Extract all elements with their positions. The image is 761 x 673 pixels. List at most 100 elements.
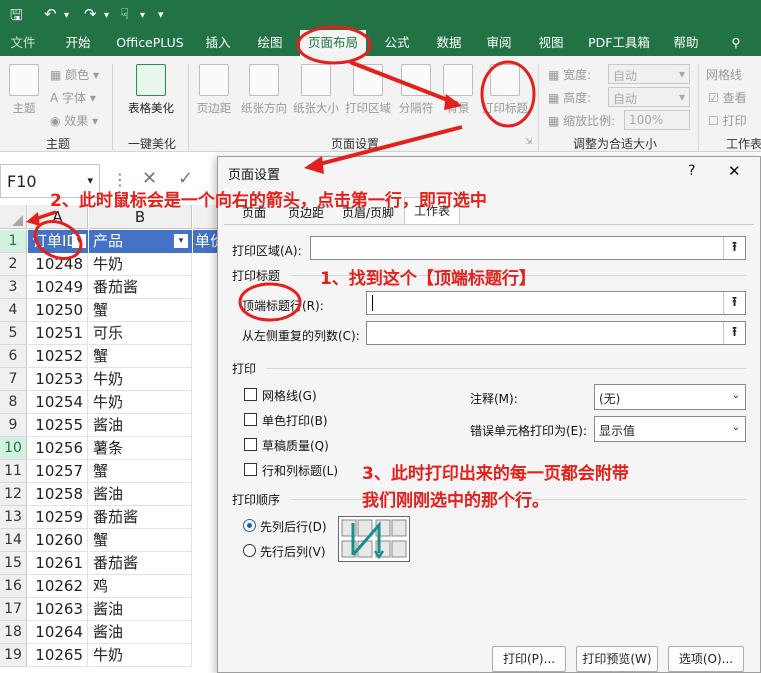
gridlines-print-checkbox[interactable]: ☐ 打印	[708, 112, 747, 129]
options-button[interactable]: 选项(O)...	[668, 646, 744, 672]
undo-icon[interactable]: ↶	[44, 5, 57, 23]
errors-select[interactable]: 显示值 ⌄	[594, 416, 746, 442]
cell-order-id[interactable]: 10261	[28, 552, 88, 575]
cell-order-id[interactable]: 10257	[28, 460, 88, 483]
touch-mode-icon[interactable]: ☟	[120, 5, 129, 23]
print-area-input[interactable]: ⭱	[310, 236, 746, 260]
cell-product[interactable]: 番茄酱	[89, 506, 192, 529]
height-combo[interactable]: 自动 ▾	[608, 87, 690, 107]
themes-button[interactable]: 主题	[6, 64, 42, 116]
save-icon[interactable]: 🖫	[10, 5, 23, 30]
tab-review[interactable]: 审阅	[478, 30, 520, 56]
print-area-button[interactable]: 打印区域	[342, 64, 394, 116]
row-header[interactable]: 4	[0, 299, 27, 322]
scale-spinner[interactable]: 100%	[624, 110, 690, 130]
cell-order-id[interactable]: 10260	[28, 529, 88, 552]
redo-dropdown-icon[interactable]: ▾	[104, 10, 109, 21]
tab-insert[interactable]: 插入	[198, 30, 238, 56]
row-header[interactable]: 14	[0, 529, 27, 552]
cell-order-id[interactable]: 10256	[28, 437, 88, 460]
cell-product[interactable]: 蟹	[89, 460, 192, 483]
bw-checkbox[interactable]	[244, 413, 257, 426]
cell-order-id[interactable]: 10265	[28, 644, 88, 667]
print-button[interactable]: 打印(P)...	[492, 646, 566, 672]
colors-button[interactable]: ▦ 颜色 ▾	[50, 66, 99, 83]
tab-page-layout[interactable]: 页面布局	[300, 30, 366, 56]
cell-order-id[interactable]: 10262	[28, 575, 88, 598]
cell-product[interactable]: 可乐	[89, 322, 192, 345]
row-header[interactable]: 15	[0, 552, 27, 575]
tab-file[interactable]: 文件	[4, 30, 42, 56]
close-button[interactable]: ✕	[728, 162, 741, 180]
row-header[interactable]: 8	[0, 391, 27, 414]
row-header[interactable]: 2	[0, 253, 27, 276]
cell-product[interactable]: 蟹	[89, 345, 192, 368]
tab-view[interactable]: 视图	[530, 30, 572, 56]
row-header[interactable]: 6	[0, 345, 27, 368]
cell-order-id[interactable]: 10249	[28, 276, 88, 299]
header-cell-price[interactable]: 单价	[193, 230, 220, 253]
row-header[interactable]: 12	[0, 483, 27, 506]
effects-button[interactable]: ◉ 效果 ▾	[50, 112, 98, 129]
tab-help[interactable]: 帮助	[664, 30, 708, 56]
beautify-button[interactable]: 表格美化	[122, 64, 180, 116]
row-header[interactable]: 19	[0, 644, 27, 667]
cell-product[interactable]: 蟹	[89, 299, 192, 322]
redo-icon[interactable]: ↷	[84, 5, 97, 23]
row-header[interactable]: 13	[0, 506, 27, 529]
cell-product[interactable]: 酱油	[89, 483, 192, 506]
help-button[interactable]: ?	[688, 163, 695, 179]
cell-product[interactable]: 酱油	[89, 598, 192, 621]
row-header-1[interactable]: 1	[0, 230, 27, 253]
margins-button[interactable]: 页边距	[194, 64, 234, 116]
cell-order-id[interactable]: 10254	[28, 391, 88, 414]
print-titles-button[interactable]: 打印标题	[478, 64, 532, 116]
fonts-button[interactable]: A 字体 ▾	[50, 89, 96, 106]
row-header[interactable]: 17	[0, 598, 27, 621]
filter-dropdown-icon[interactable]: ▾	[174, 234, 188, 248]
cell-product[interactable]: 番茄酱	[89, 276, 192, 299]
cell-order-id[interactable]: 10258	[28, 483, 88, 506]
filter-dropdown-icon[interactable]: ▾	[72, 234, 86, 248]
cell-order-id[interactable]: 10252	[28, 345, 88, 368]
page-setup-launcher-icon[interactable]: ⇲	[525, 137, 533, 147]
row-header[interactable]: 11	[0, 460, 27, 483]
header-cell-order-id[interactable]: 订单ID ▾	[28, 230, 88, 253]
down-over-radio[interactable]	[243, 519, 256, 532]
cell-product[interactable]: 牛奶	[89, 368, 192, 391]
cell-order-id[interactable]: 10263	[28, 598, 88, 621]
tab-officeplus[interactable]: OfficePLUS	[110, 30, 190, 56]
orientation-button[interactable]: 纸张方向	[240, 64, 288, 116]
tab-home[interactable]: 开始	[58, 30, 98, 56]
tab-formulas[interactable]: 公式	[376, 30, 418, 56]
gridlines-view-checkbox[interactable]: ☑ 查看	[708, 89, 747, 106]
cell-product[interactable]: 牛奶	[89, 391, 192, 414]
cell-product[interactable]: 牛奶	[89, 253, 192, 276]
lightbulb-icon[interactable]: ⚲	[726, 30, 746, 56]
row-header[interactable]: 7	[0, 368, 27, 391]
over-down-radio[interactable]	[243, 544, 256, 557]
row-header[interactable]: 16	[0, 575, 27, 598]
tab-data[interactable]: 数据	[428, 30, 470, 56]
cell-product[interactable]: 酱油	[89, 414, 192, 437]
cols-to-repeat-input[interactable]: ⭱	[366, 321, 746, 345]
cell-order-id[interactable]: 10250	[28, 299, 88, 322]
cell-product[interactable]: 薯条	[89, 437, 192, 460]
touch-dropdown-icon[interactable]: ▾	[140, 10, 145, 21]
rows-to-repeat-input[interactable]: ⭱	[366, 291, 746, 315]
cell-order-id[interactable]: 10248	[28, 253, 88, 276]
range-picker-icon[interactable]: ⭱	[723, 237, 745, 259]
row-header[interactable]: 18	[0, 621, 27, 644]
row-header[interactable]: 5	[0, 322, 27, 345]
size-button[interactable]: 纸张大小	[290, 64, 342, 116]
cell-product[interactable]: 鸡	[89, 575, 192, 598]
row-header[interactable]: 3	[0, 276, 27, 299]
cell-order-id[interactable]: 10251	[28, 322, 88, 345]
row-header[interactable]: 10	[0, 437, 27, 460]
row-header[interactable]: 9	[0, 414, 27, 437]
header-cell-product[interactable]: 产品 ▾	[89, 230, 192, 253]
width-combo[interactable]: 自动 ▾	[608, 64, 690, 84]
tab-draw[interactable]: 绘图	[250, 30, 290, 56]
headings-checkbox[interactable]	[244, 463, 257, 476]
cell-order-id[interactable]: 10253	[28, 368, 88, 391]
